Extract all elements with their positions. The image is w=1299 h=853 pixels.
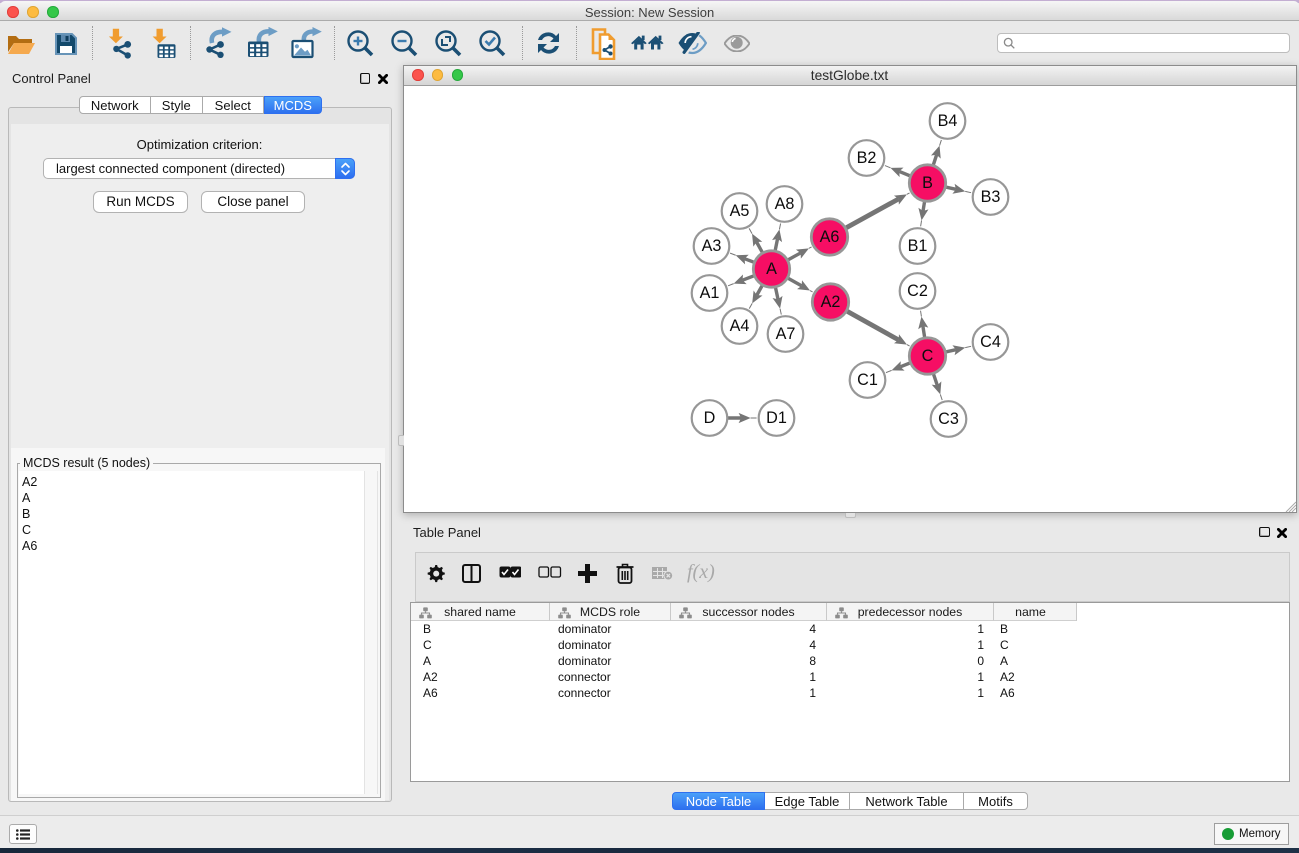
svg-text:B2: B2 (856, 149, 876, 167)
svg-text:C3: C3 (938, 410, 959, 428)
svg-text:C4: C4 (980, 333, 1001, 351)
svg-text:A6: A6 (819, 228, 839, 246)
svg-text:C2: C2 (907, 282, 928, 300)
svg-text:B: B (922, 174, 933, 192)
svg-text:A7: A7 (775, 325, 795, 343)
svg-text:B1: B1 (907, 237, 927, 255)
svg-text:A: A (766, 260, 777, 278)
svg-text:A5: A5 (729, 202, 749, 220)
svg-text:D: D (703, 409, 715, 427)
svg-text:A1: A1 (699, 284, 719, 302)
svg-text:A4: A4 (729, 317, 749, 335)
svg-text:A8: A8 (774, 195, 794, 213)
svg-text:A2: A2 (820, 293, 840, 311)
svg-text:D1: D1 (766, 409, 787, 427)
svg-text:C: C (921, 347, 933, 365)
svg-text:A3: A3 (701, 237, 721, 255)
svg-text:B4: B4 (937, 112, 957, 130)
svg-text:B3: B3 (980, 188, 1000, 206)
svg-text:C1: C1 (857, 371, 878, 389)
